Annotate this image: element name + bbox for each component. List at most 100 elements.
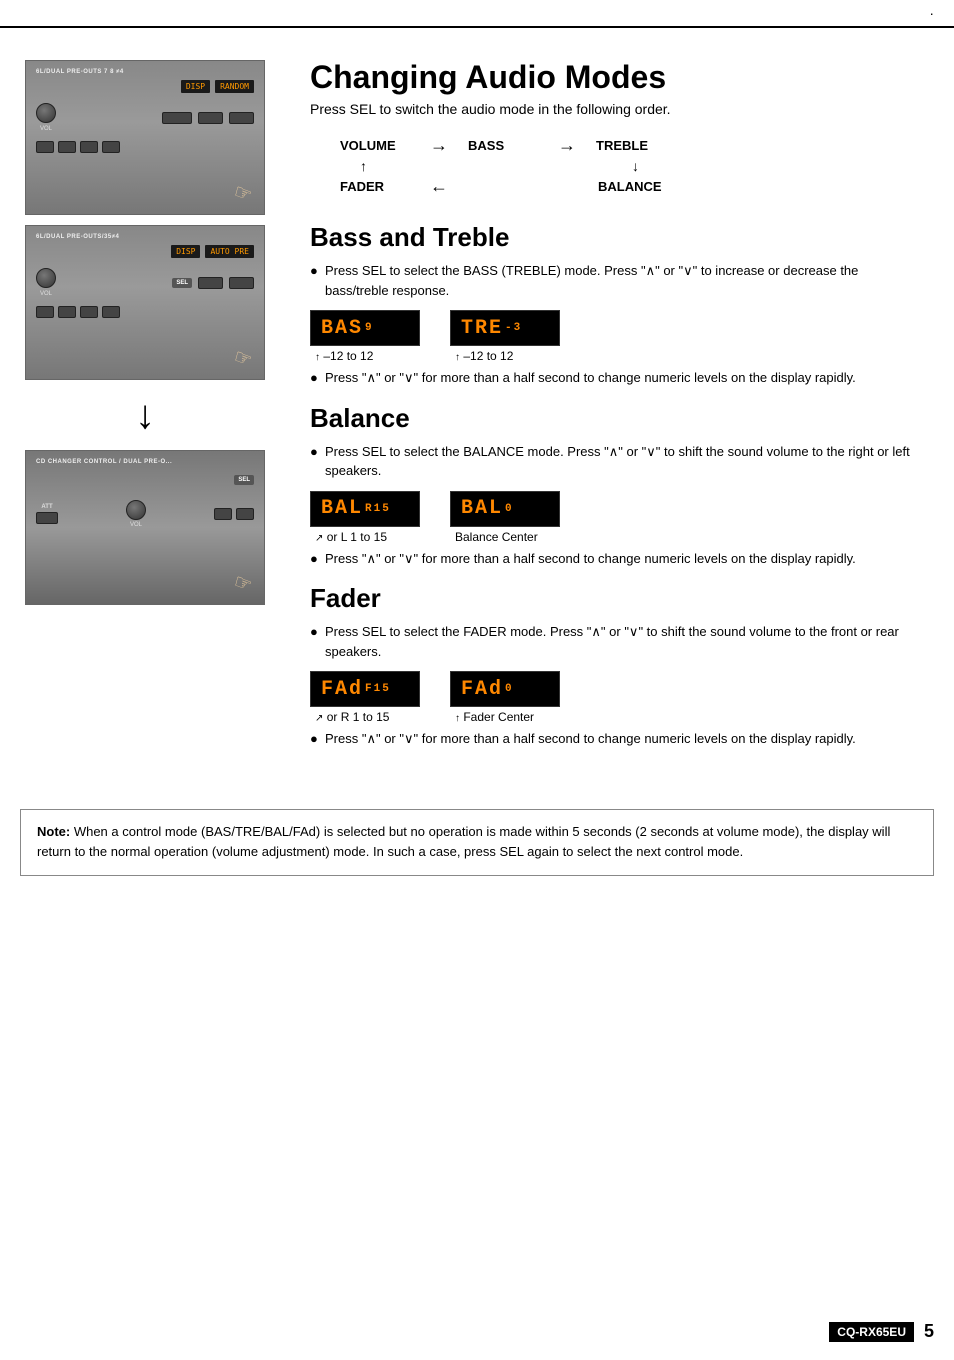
img3-knob [126, 500, 146, 520]
bass-lcd: BAS 9 [310, 310, 420, 346]
balance-lcd-2: BAL 0 [450, 491, 560, 527]
content-area: 6L/DUAL PRE-OUTS 7 8 ≠4 DISP RANDOM VOL [0, 30, 954, 779]
mode-balance: BALANCE [598, 179, 668, 194]
img1-btn-mode [229, 112, 254, 124]
device-image-1: 6L/DUAL PRE-OUTS 7 8 ≠4 DISP RANDOM VOL [25, 60, 265, 215]
img1-display: DISP [181, 80, 210, 93]
audio-mode-diagram: VOLUME → BASS → TREBLE ↑ ↓ FADER ← [340, 135, 924, 197]
bal-text-2: BAL [461, 497, 503, 520]
img1-btn2 [58, 141, 76, 153]
balance-range-2: Balance Center [450, 530, 538, 544]
img3-btn1 [214, 508, 232, 520]
bass-display-block: BAS 9 ↑ –12 to 12 [310, 310, 420, 363]
changing-audio-title: Changing Audio Modes [310, 60, 924, 95]
fader-bullet2: Press "∧" or "∨" for more than a half se… [325, 729, 924, 749]
model-badge: CQ-RX65EU [829, 1322, 914, 1342]
range-arrow-3: ↗ [315, 533, 323, 544]
img2-display: DISP [171, 245, 200, 258]
balance-range-text-1: or L 1 to 15 [327, 530, 387, 544]
device-image-2: 6L/DUAL PRE-OUTS/35≠4 DISP AUTO PRE VOL … [25, 225, 265, 380]
fad-text-2: FAd [461, 678, 503, 701]
img2-sel-btn: SEL [172, 278, 192, 288]
right-column: Changing Audio Modes Press SEL to switch… [290, 50, 954, 779]
mode-row-2: FADER ← BALANCE [340, 176, 924, 197]
bass-treble-title: Bass and Treble [310, 222, 924, 253]
fader-range-2: ↑ Fader Center [450, 710, 534, 724]
tre-val: -3 [505, 322, 522, 334]
bas-val: 9 [365, 322, 374, 334]
range-arrow-5: ↑ [455, 713, 460, 724]
mode-fader: FADER [340, 179, 410, 194]
page-footer: CQ-RX65EU 5 [829, 1321, 934, 1342]
img2-label: 6L/DUAL PRE-OUTS/35≠4 [36, 234, 254, 240]
page-container: · 6L/DUAL PRE-OUTS 7 8 ≠4 DISP RANDOM VO… [0, 0, 954, 1360]
note-label: Note: [37, 824, 70, 839]
range-arrow-2: ↑ [455, 352, 460, 363]
fader-range-text-2: Fader Center [463, 710, 534, 724]
img1-btn4 [102, 141, 120, 153]
img2-auto: AUTO PRE [205, 245, 254, 258]
img1-label: 6L/DUAL PRE-OUTS 7 8 ≠4 [36, 69, 254, 75]
bass-treble-bullet2: Press "∧" or "∨" for more than a half se… [325, 368, 924, 388]
balance-section: Balance Press SEL to select the BALANCE … [310, 403, 924, 569]
img3-sel-btn: SEL [234, 475, 254, 485]
img1-btn1 [36, 141, 54, 153]
bass-treble-bullet1: Press SEL to select the BASS (TREBLE) mo… [325, 261, 924, 300]
img1-btn-band [198, 112, 223, 124]
changing-audio-section: Changing Audio Modes Press SEL to switch… [310, 60, 924, 197]
img1-btn-sel [162, 112, 192, 124]
balance-lcd-1: BAL R15 [310, 491, 420, 527]
mode-volume: VOLUME [340, 138, 410, 153]
balance-display-block-1: BAL R15 ↗ or L 1 to 15 [310, 491, 420, 544]
mode-row-arrows: ↑ ↓ [340, 158, 924, 174]
balance-display-block-2: BAL 0 Balance Center [450, 491, 560, 544]
range-arrow-4: ↗ [315, 713, 323, 724]
mode-treble: TREBLE [596, 138, 666, 153]
arrow-right-1: → [430, 135, 448, 156]
fad-val-2: 0 [505, 683, 514, 695]
fader-lcd-2: FAd 0 [450, 671, 560, 707]
treble-range: ↑ –12 to 12 [450, 349, 513, 363]
mode-row-1: VOLUME → BASS → TREBLE [340, 135, 924, 156]
device-image-3: CD CHANGER CONTROL / DUAL PRE-O... SEL A… [25, 450, 265, 605]
mode-bass: BASS [468, 138, 538, 153]
img2-btn-band [198, 277, 223, 289]
balance-title: Balance [310, 403, 924, 434]
arrow-up: ↑ [360, 158, 367, 174]
fader-range-text-1: or R 1 to 15 [327, 710, 390, 724]
top-dot: · [929, 5, 934, 21]
left-column: 6L/DUAL PRE-OUTS 7 8 ≠4 DISP RANDOM VOL [0, 50, 290, 779]
bass-treble-displays: BAS 9 ↑ –12 to 12 TRE -3 [310, 310, 924, 363]
fader-bullet1: Press SEL to select the FADER mode. Pres… [325, 622, 924, 661]
fader-range-1: ↗ or R 1 to 15 [310, 710, 389, 724]
fader-section: Fader Press SEL to select the FADER mode… [310, 583, 924, 749]
page-number: 5 [924, 1321, 934, 1342]
treble-display-block: TRE -3 ↑ –12 to 12 [450, 310, 560, 363]
balance-range-1: ↗ or L 1 to 15 [310, 530, 387, 544]
img1-btn3 [80, 141, 98, 153]
bas-text: BAS [321, 317, 363, 340]
img2-btn3 [80, 306, 98, 318]
img1-random: RANDOM [215, 80, 254, 93]
balance-range-text-2: Balance Center [455, 530, 538, 544]
bass-range: ↑ –12 to 12 [310, 349, 373, 363]
img2-btn2 [58, 306, 76, 318]
balance-bullet2: Press "∧" or "∨" for more than a half se… [325, 549, 924, 569]
img2-btn-mode [229, 277, 254, 289]
bass-range-text: –12 to 12 [323, 349, 373, 363]
img2-btn1 [36, 306, 54, 318]
bal-text-1: BAL [321, 497, 363, 520]
balance-displays: BAL R15 ↗ or L 1 to 15 BAL 0 [310, 491, 924, 544]
balance-bullet1: Press SEL to select the BALANCE mode. Pr… [325, 442, 924, 481]
bal-val-1: R15 [365, 503, 391, 515]
fad-val-1: F15 [365, 683, 391, 695]
bass-treble-section: Bass and Treble Press SEL to select the … [310, 222, 924, 388]
img3-att-btn [36, 512, 58, 524]
tre-text: TRE [461, 317, 503, 340]
note-text: When a control mode (BAS/TRE/BAL/FAd) is… [37, 824, 890, 860]
img3-att-label: ATT [41, 504, 52, 510]
changing-audio-subtitle: Press SEL to switch the audio mode in th… [310, 101, 924, 117]
arrow-down: ↓ [632, 158, 639, 174]
fader-displays: FAd F15 ↗ or R 1 to 15 FAd 0 [310, 671, 924, 724]
bal-val-2: 0 [505, 503, 514, 515]
